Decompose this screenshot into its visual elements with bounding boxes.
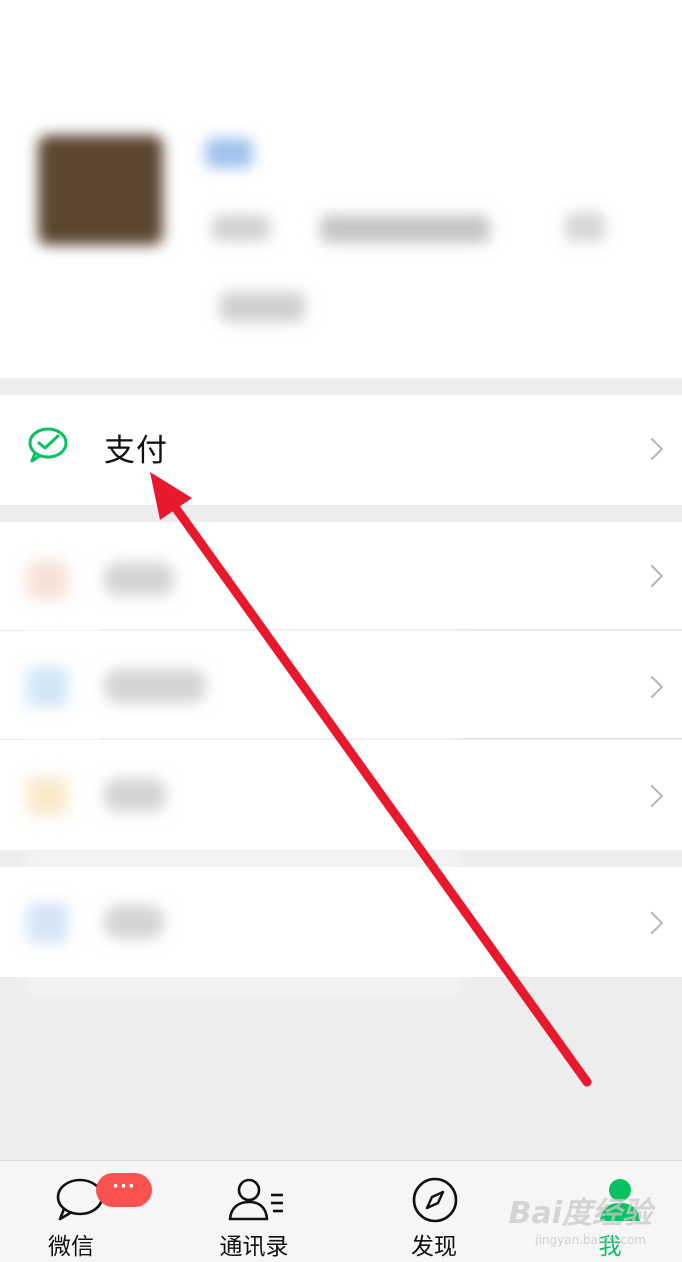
chevron-right-icon [640, 437, 664, 461]
unread-badge: ··· [96, 1173, 152, 1207]
blur-haze-overlay [25, 545, 462, 995]
profile-qr-blur [565, 212, 605, 242]
pay-row[interactable]: 支付 [0, 395, 682, 505]
tab-chats-label: 微信 [48, 1234, 94, 1260]
compass-icon [412, 1177, 458, 1223]
watermark-url: jingyan.baidu.com [535, 1233, 646, 1247]
tab-discover[interactable]: 发现 [350, 1161, 520, 1262]
tab-contacts[interactable]: 通讯录 [172, 1161, 342, 1262]
tab-contacts-label: 通讯录 [219, 1234, 289, 1260]
chevron-right-icon [640, 564, 664, 588]
chevron-right-icon [640, 675, 664, 699]
profile-id-blur-2 [320, 215, 490, 243]
avatar[interactable] [38, 135, 163, 245]
profile-header[interactable] [0, 0, 682, 378]
tab-discover-label: 发现 [411, 1234, 457, 1260]
pay-label: 支付 [104, 433, 168, 469]
chevron-right-icon [640, 784, 664, 808]
profile-status-blur [220, 292, 305, 322]
chevron-right-icon [640, 911, 664, 935]
profile-name-blur [205, 138, 253, 168]
profile-id-blur [212, 215, 270, 241]
wechat-pay-icon [27, 425, 71, 469]
watermark-logo: Bai度经验 [508, 1196, 652, 1231]
contacts-icon [228, 1178, 283, 1221]
